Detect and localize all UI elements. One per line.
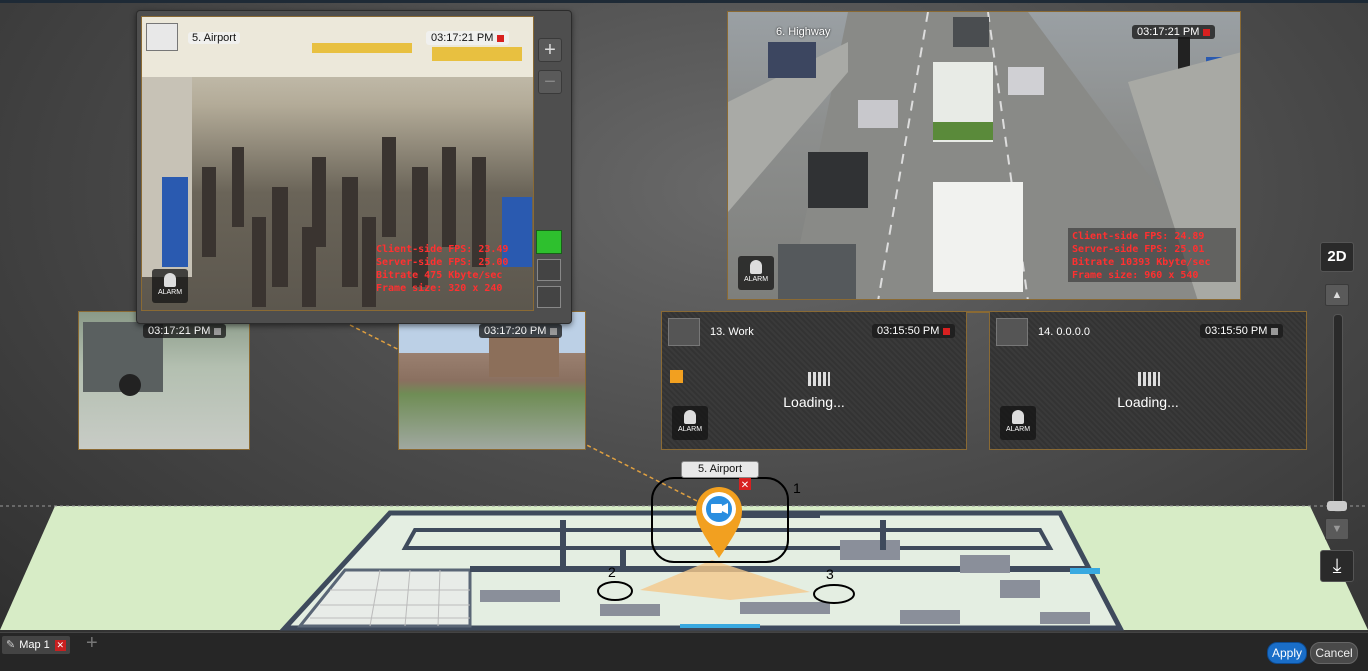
scroll-down-button[interactable]: ▼ bbox=[1325, 518, 1349, 540]
archive-icon[interactable] bbox=[537, 286, 561, 308]
timestamp: 03:17:21 PM bbox=[143, 324, 227, 338]
callout-number-2: 2 bbox=[608, 564, 616, 580]
timestamp: 03:17:21 PM bbox=[426, 31, 510, 45]
truck-wheel bbox=[119, 374, 141, 396]
camera-name: 14. 0.0.0.0 bbox=[1038, 326, 1090, 338]
loading-icon bbox=[808, 372, 830, 386]
camera-name: 13. Work bbox=[710, 326, 754, 338]
stat-frame-size: Frame size: 320 x 240 bbox=[376, 283, 503, 294]
callout-number-3: 3 bbox=[826, 566, 834, 582]
stats-overlay: Client-side FPS: 24.89 Server-side FPS: … bbox=[1072, 230, 1210, 282]
stat-bitrate: Bitrate 475 Kbyte/sec bbox=[376, 270, 503, 281]
fullscreen-icon[interactable] bbox=[537, 259, 561, 281]
stats-overlay: Client-side FPS: 23.49 Server-side FPS: … bbox=[376, 243, 508, 295]
camera-thumbnail-icon bbox=[146, 23, 178, 51]
tab-map-1[interactable]: ✎ Map 1 ✕ bbox=[2, 636, 70, 654]
alarm-button[interactable]: ALARM bbox=[738, 256, 774, 290]
pin-label[interactable]: 5. Airport bbox=[681, 461, 759, 478]
bell-icon bbox=[164, 273, 176, 287]
alarm-button[interactable]: ALARM bbox=[152, 269, 188, 303]
timestamp: 03:15:50 PM bbox=[872, 324, 956, 338]
scroll-up-button[interactable]: ▲ bbox=[1325, 284, 1349, 306]
svg-text:✕: ✕ bbox=[741, 480, 749, 491]
exit-icon[interactable] bbox=[670, 370, 683, 383]
stat-frame-size: Frame size: 960 x 540 bbox=[1072, 270, 1199, 281]
cancel-button[interactable]: Cancel bbox=[1310, 642, 1358, 664]
monitor-icon[interactable] bbox=[536, 230, 562, 254]
edit-pencil-icon: ✎ bbox=[6, 639, 16, 651]
camera-tile-13-work[interactable]: 13. Work 03:15:50 PM Loading... ALARM bbox=[661, 311, 967, 450]
tab-close-icon[interactable]: ✕ bbox=[54, 639, 66, 651]
alarm-button[interactable]: ALARM bbox=[1000, 406, 1036, 440]
camera-tile-highway[interactable]: 6. Highway 03:17:21 PM Client-side FPS: … bbox=[727, 11, 1241, 300]
camera-tile-airport[interactable]: 5. Airport 03:17:21 PM Client-side FPS: … bbox=[141, 16, 534, 311]
timestamp: 03:17:21 PM bbox=[1132, 25, 1216, 39]
apply-button[interactable]: Apply bbox=[1267, 642, 1307, 664]
zoom-in-button[interactable]: + bbox=[538, 38, 562, 62]
stat-client-fps: Client-side FPS: 24.89 bbox=[1072, 231, 1205, 242]
bottom-tab-bar: ✎ Map 1 ✕ + Apply Cancel bbox=[0, 632, 1368, 671]
bell-icon bbox=[684, 410, 696, 424]
tab-label: Map 1 bbox=[19, 639, 50, 651]
camera-name: 6. Highway bbox=[776, 26, 831, 38]
zoom-slider-track[interactable] bbox=[1333, 314, 1343, 512]
camera-thumbnail-icon bbox=[668, 318, 700, 346]
building-shape bbox=[489, 337, 559, 377]
stat-bitrate: Bitrate 10393 Kbyte/sec bbox=[1072, 257, 1211, 268]
camera-name: 5. Airport bbox=[188, 32, 241, 44]
add-tab-button[interactable]: + bbox=[86, 632, 98, 655]
timestamp: 03:15:50 PM bbox=[1200, 324, 1284, 338]
bell-icon bbox=[1012, 410, 1024, 424]
camera-tile-truck[interactable]: 03:17:21 PM bbox=[78, 311, 250, 450]
stat-server-fps: Server-side FPS: 25.00 bbox=[376, 257, 509, 268]
callout-number-1: 1 bbox=[793, 480, 801, 496]
loading-text: Loading... bbox=[1117, 394, 1179, 410]
camera-tile-14-ip[interactable]: 14. 0.0.0.0 03:15:50 PM Loading... ALARM bbox=[989, 311, 1307, 450]
camera-tile-campus[interactable]: 03:17:20 PM bbox=[398, 311, 586, 450]
zoom-slider-handle[interactable] bbox=[1327, 501, 1347, 511]
alarm-button[interactable]: ALARM bbox=[672, 406, 708, 440]
download-button[interactable]: ⤓ bbox=[1320, 550, 1354, 582]
timestamp: 03:17:20 PM bbox=[479, 324, 563, 338]
2d-toggle-button[interactable]: 2D bbox=[1320, 242, 1354, 272]
map-workspace[interactable]: ✕ 5. Airport 1 2 3 03:17:21 PM 03:17:20 … bbox=[0, 0, 1368, 632]
bell-icon bbox=[750, 260, 762, 274]
zoom-out-button[interactable]: − bbox=[538, 70, 562, 94]
camera-thumbnail-icon bbox=[996, 318, 1028, 346]
stat-server-fps: Server-side FPS: 25.01 bbox=[1072, 244, 1205, 255]
stat-client-fps: Client-side FPS: 23.49 bbox=[376, 244, 509, 255]
loading-icon bbox=[1138, 372, 1160, 386]
